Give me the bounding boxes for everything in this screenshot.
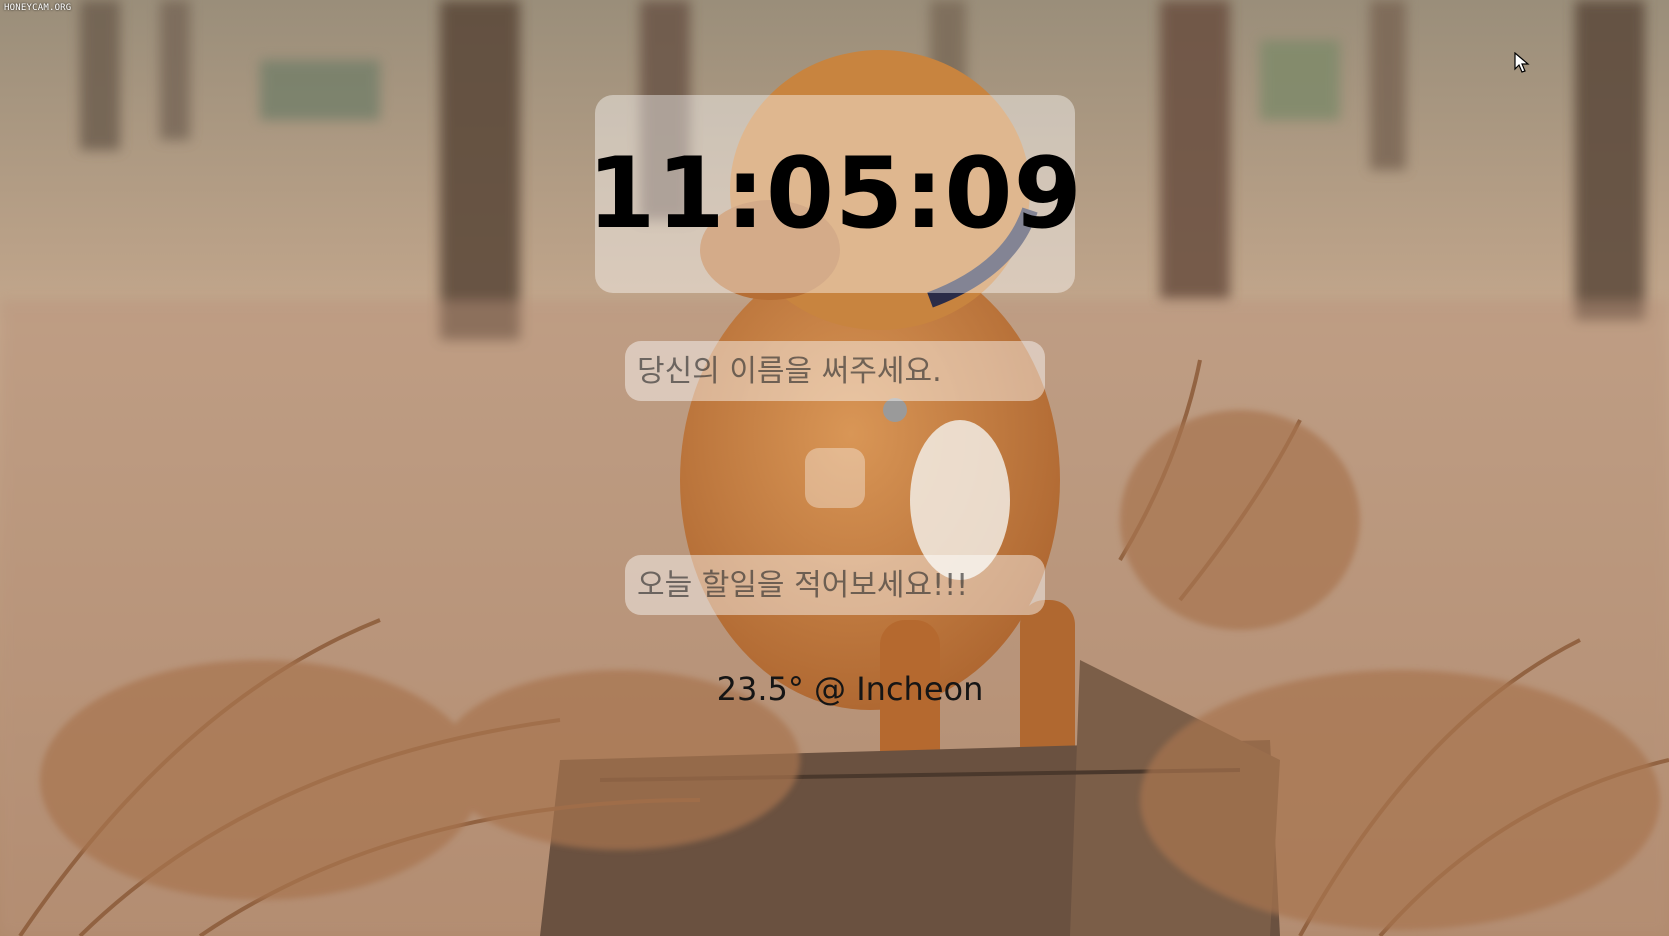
weather-text: 23.5° @ Incheon (716, 670, 984, 708)
clock-panel: 11:05:09 (587, 95, 1082, 293)
desktop-scene: HONEYCAM.ORG 11:05:09 23.5° @ Incheon (0, 0, 1669, 936)
greeting-placeholder (805, 448, 865, 508)
watermark-label: HONEYCAM.ORG (4, 3, 72, 13)
clock-time: 11:05:09 (587, 137, 1083, 251)
mouse-cursor-icon (1514, 52, 1530, 73)
name-input[interactable] (625, 341, 1045, 401)
todo-input[interactable] (625, 555, 1045, 615)
